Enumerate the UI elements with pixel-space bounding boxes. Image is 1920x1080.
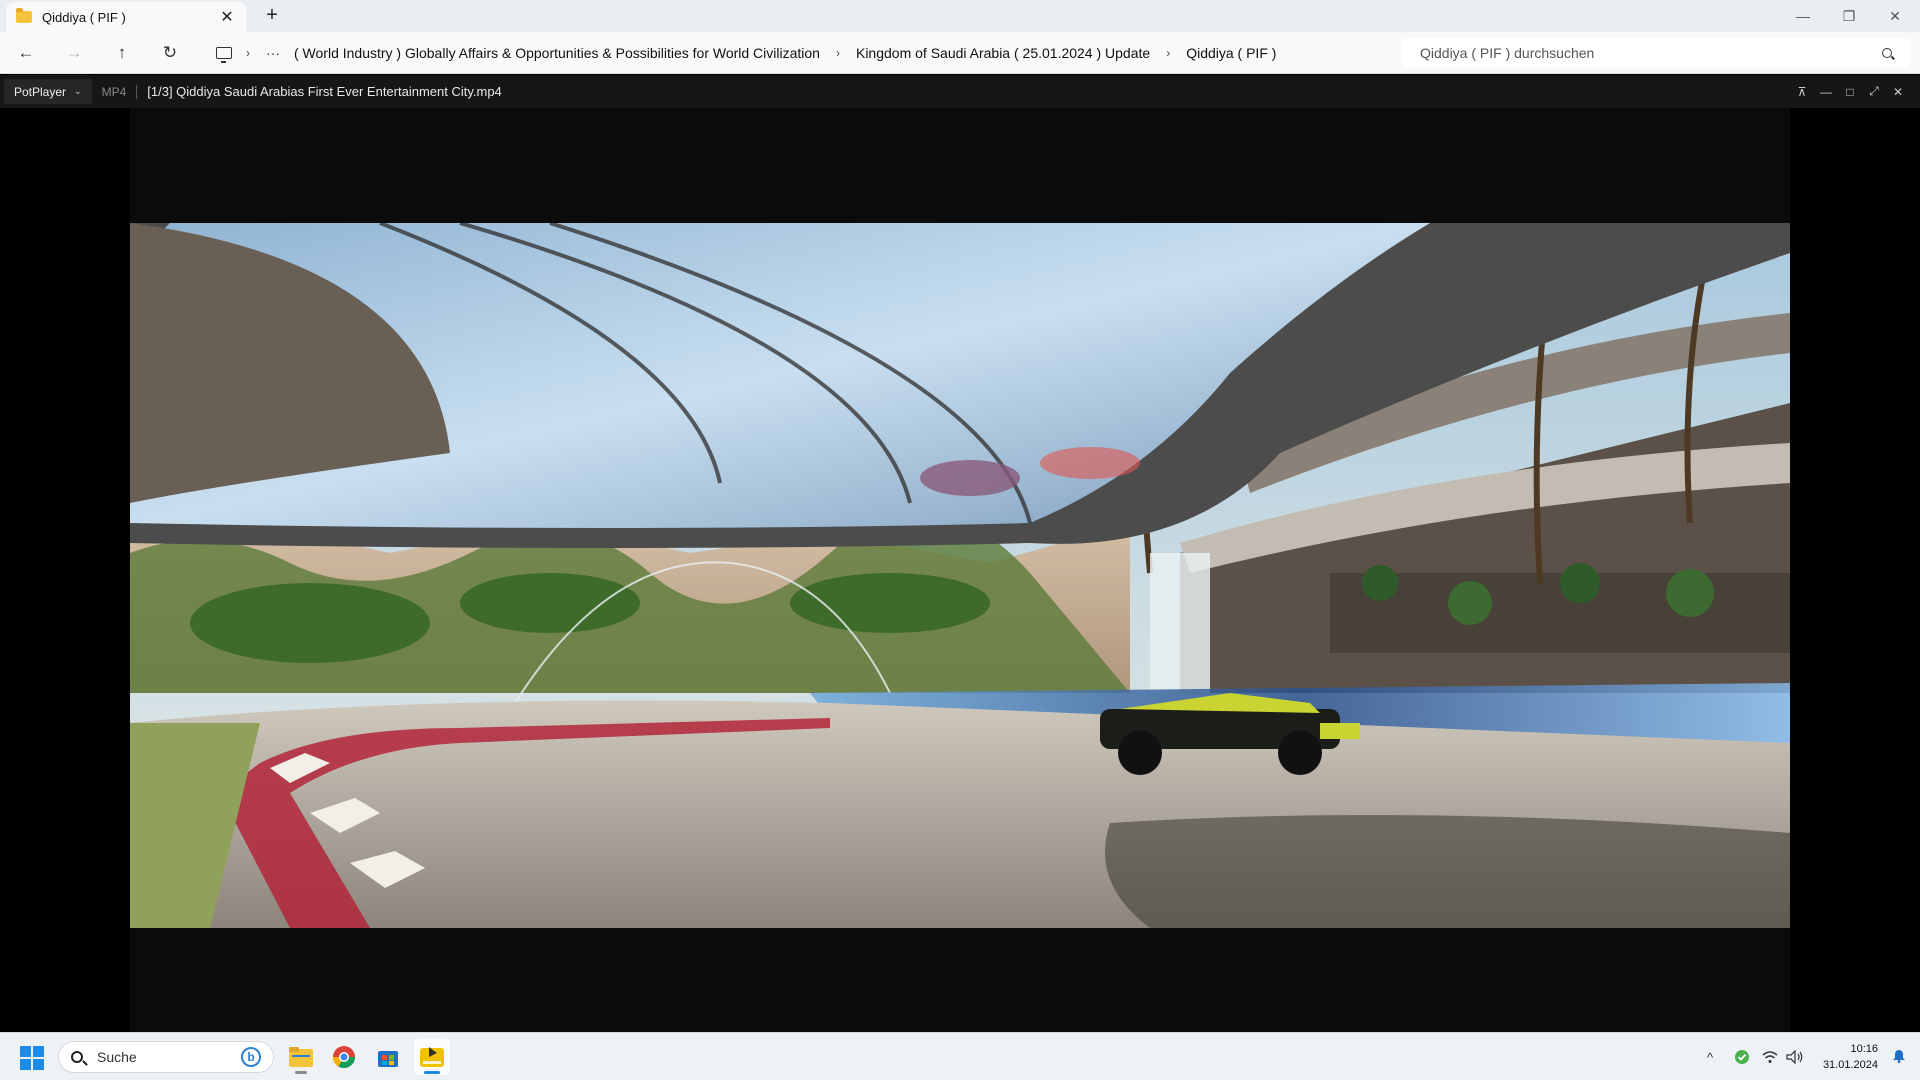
video-file-title: [1/3] Qiddiya Saudi Arabias First Ever E… [147, 84, 502, 99]
breadcrumb-overflow-button[interactable]: ··· [266, 45, 280, 61]
security-shield-icon [1735, 1050, 1749, 1064]
file-explorer-icon [289, 1047, 313, 1067]
clock-time: 10:16 [1850, 1043, 1878, 1055]
taskbar-search-box[interactable]: Suche b [58, 1041, 274, 1073]
taskbar-clock[interactable]: 10:16 31.01.2024 [1823, 1041, 1878, 1073]
divider [136, 84, 138, 99]
wifi-tray-button[interactable] [1760, 1033, 1780, 1080]
breadcrumb-item-saudi-arabia[interactable]: Kingdom of Saudi Arabia ( 25.01.2024 ) U… [856, 45, 1150, 61]
breadcrumb-separator[interactable]: › [246, 46, 250, 60]
windows-taskbar: Suche b ^ 10:16 31.01.2024 [0, 1032, 1920, 1080]
clock-date: 31.01.2024 [1822, 1059, 1878, 1071]
new-tab-button[interactable]: + [260, 4, 284, 27]
potplayer-icon [420, 1047, 444, 1067]
window-maximize-button[interactable]: ❐ [1826, 0, 1872, 32]
player-maximize-button[interactable]: □ [1838, 75, 1862, 108]
running-indicator [295, 1071, 307, 1074]
windows-start-icon[interactable] [20, 1046, 44, 1070]
search-icon[interactable] [1882, 48, 1892, 58]
potplayer-menu-label: PotPlayer [14, 84, 67, 99]
tab-qiddiya[interactable]: Qiddiya ( PIF ) ✕ [6, 2, 246, 32]
up-button[interactable]: ↑ [108, 40, 136, 66]
window-minimize-button[interactable]: — [1780, 0, 1826, 32]
taskbar-search-label: Suche [97, 1049, 137, 1065]
explorer-tab-strip: Qiddiya ( PIF ) ✕ + — ❐ ✕ [0, 0, 1920, 32]
bing-icon[interactable]: b [241, 1047, 261, 1067]
explorer-nav-bar: ← → ↑ ↻ › ··· ( World Industry ) Globall… [0, 32, 1920, 74]
security-tray-button[interactable] [1730, 1033, 1754, 1080]
window-close-button[interactable]: ✕ [1872, 0, 1918, 32]
pin-on-top-button[interactable]: ⊼ [1790, 75, 1814, 108]
back-button[interactable]: ← [12, 40, 40, 66]
tray-overflow-chevron[interactable]: ^ [1700, 1033, 1720, 1080]
player-close-button[interactable]: ✕ [1886, 75, 1910, 108]
search-icon [71, 1051, 83, 1063]
tab-title: Qiddiya ( PIF ) [42, 9, 126, 25]
volume-icon [1786, 1050, 1803, 1064]
chrome-taskbar-button[interactable] [326, 1039, 362, 1075]
video-frame[interactable] [130, 223, 1790, 928]
potplayer-title-bar: PotPlayer ⌄ MP4 [1/3] Qiddiya Saudi Arab… [0, 75, 1920, 108]
wifi-icon [1762, 1051, 1778, 1063]
breadcrumb-item-qiddiya[interactable]: Qiddiya ( PIF ) [1186, 45, 1276, 61]
chrome-icon [333, 1046, 355, 1068]
notification-bell-icon[interactable] [1892, 1049, 1906, 1063]
microsoft-store-icon [378, 1051, 398, 1067]
tab-close-button[interactable]: ✕ [218, 7, 236, 27]
potplayer-taskbar-button[interactable] [414, 1039, 450, 1075]
search-box[interactable]: Qiddiya ( PIF ) durchsuchen [1402, 38, 1910, 68]
folder-icon [16, 8, 32, 23]
potplayer-menu-button[interactable]: PotPlayer ⌄ [4, 79, 92, 104]
microsoft-store-taskbar-button[interactable] [370, 1039, 406, 1075]
player-fullscreen-button[interactable]: ⤢ [1862, 75, 1886, 108]
chevron-down-icon: ⌄ [74, 86, 82, 96]
forward-button[interactable]: → [60, 40, 88, 66]
active-indicator [424, 1071, 440, 1074]
file-explorer-taskbar-button[interactable] [283, 1039, 319, 1075]
search-input[interactable]: Qiddiya ( PIF ) durchsuchen [1420, 45, 1882, 61]
player-minimize-button[interactable]: — [1814, 75, 1838, 108]
this-pc-icon[interactable] [216, 47, 232, 63]
video-scene-image [130, 223, 1790, 928]
video-format-label: MP4 [101, 84, 127, 99]
volume-tray-button[interactable] [1784, 1033, 1806, 1080]
address-bar[interactable]: › ··· ( World Industry ) Globally Affair… [204, 38, 1400, 68]
breadcrumb-separator[interactable]: › [836, 46, 840, 60]
refresh-button[interactable]: ↻ [156, 40, 184, 66]
breadcrumb-item-world-industry[interactable]: ( World Industry ) Globally Affairs & Op… [294, 45, 820, 61]
breadcrumb-separator[interactable]: › [1166, 46, 1170, 60]
